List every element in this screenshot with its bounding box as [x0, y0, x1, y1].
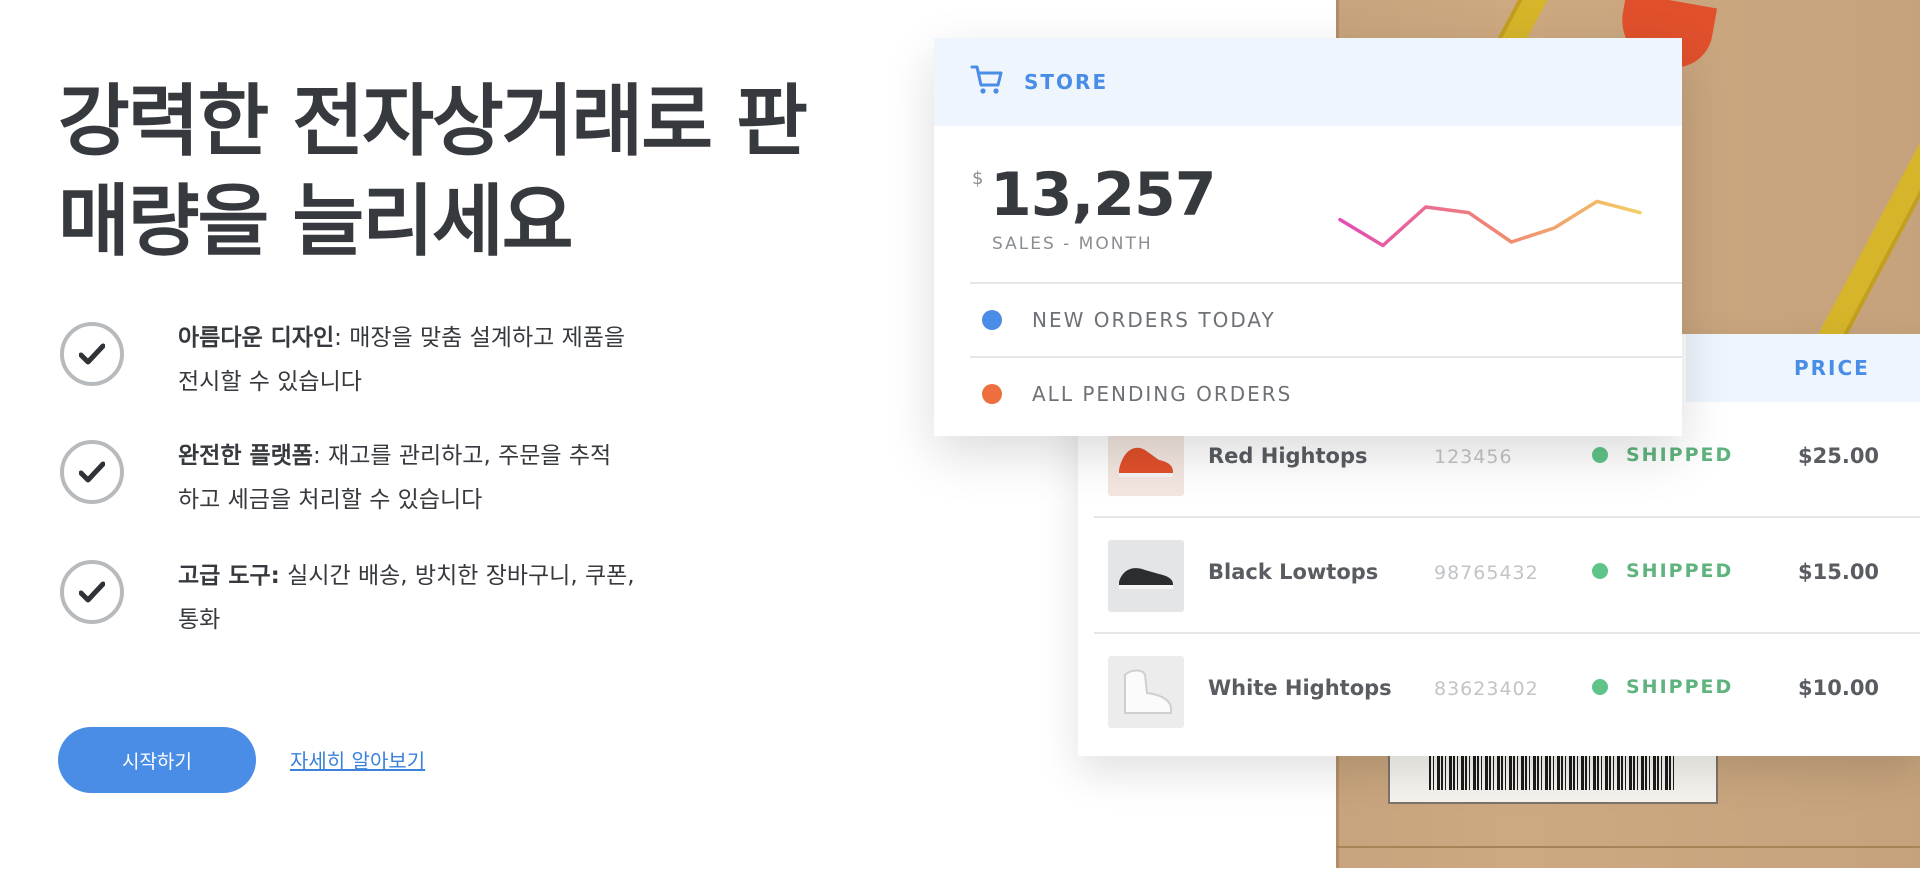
store-card: STORE $ 13,257 SALES - MONTH NEW ORDERS … — [934, 38, 1682, 436]
feature-description-cont: 하고 세금을 처리할 수 있습니다 — [178, 487, 483, 513]
feature-description-cont: 통화 — [178, 607, 221, 633]
check-circle-icon — [60, 560, 124, 624]
feature-description: 실시간 배송, 방치한 장바구니, 쿠폰, — [279, 563, 635, 589]
product-thumbnail — [1108, 656, 1184, 728]
feature-title: 완전한 플랫폼 — [178, 443, 313, 469]
feature-title: 아름다운 디자인 — [178, 325, 335, 351]
pending-orders-row[interactable]: ALL PENDING ORDERS — [970, 356, 1682, 430]
feature-item-design: 아름다운 디자인: 매장을 맞춤 설계하고 제품을 전시할 수 있습니다 — [58, 316, 698, 416]
feature-description: : 재고를 관리하고, 주문을 추적 — [312, 443, 612, 469]
get-started-button[interactable]: 시작하기 — [58, 727, 256, 793]
feature-text: 완전한 플랫폼: 재고를 관리하고, 주문을 추적 하고 세금을 처리할 수 있… — [178, 434, 698, 522]
store-header: STORE — [934, 38, 1682, 126]
product-thumbnail — [1108, 540, 1184, 612]
sparkline-line — [1338, 199, 1642, 248]
status-dot-icon — [1592, 563, 1608, 579]
shopping-cart-icon — [970, 64, 1004, 100]
feature-text: 아름다운 디자인: 매장을 맞춤 설계하고 제품을 전시할 수 있습니다 — [178, 316, 698, 404]
feature-description: : 매장을 맞춤 설계하고 제품을 — [334, 325, 626, 351]
feature-text: 고급 도구: 실시간 배송, 방치한 장바구니, 쿠폰, 통화 — [178, 554, 698, 642]
product-price: $10.00 — [1798, 676, 1880, 700]
status-badge: SHIPPED — [1592, 444, 1733, 466]
product-sku: 98765432 — [1434, 562, 1539, 584]
price-column-header: PRICE — [1686, 334, 1920, 402]
status-badge: SHIPPED — [1592, 560, 1733, 582]
product-price: $25.00 — [1798, 444, 1880, 468]
feature-description-cont: 전시할 수 있습니다 — [178, 369, 362, 395]
new-orders-label: NEW ORDERS TODAY — [1032, 308, 1276, 332]
check-circle-icon — [60, 440, 124, 504]
status-dot-icon — [982, 310, 1002, 330]
product-name: White Hightops — [1208, 676, 1392, 700]
status-label: SHIPPED — [1626, 560, 1734, 582]
sales-sparkline — [1338, 199, 1642, 248]
status-dot-icon — [1592, 679, 1608, 695]
feature-title: 고급 도구: — [178, 563, 280, 589]
sales-value: 13,257 — [990, 160, 1217, 230]
pending-orders-label: ALL PENDING ORDERS — [1032, 382, 1293, 406]
product-sku: 123456 — [1434, 446, 1513, 468]
check-circle-icon — [60, 322, 124, 386]
table-row[interactable]: White Hightops 83623402 SHIPPED $10.00 — [1094, 634, 1920, 750]
hero-title-line-1: 강력한 전자상거래로 판 — [58, 77, 808, 167]
product-name: Red Hightops — [1208, 444, 1368, 468]
new-orders-row[interactable]: NEW ORDERS TODAY — [970, 282, 1682, 356]
box-seam — [1336, 846, 1920, 848]
barcode-icon — [1429, 754, 1677, 790]
store-title: STORE — [1024, 70, 1109, 94]
status-badge: SHIPPED — [1592, 676, 1733, 698]
table-row[interactable]: Black Lowtops 98765432 SHIPPED $15.00 — [1094, 518, 1920, 634]
currency-symbol: $ — [972, 168, 984, 189]
product-sku: 83623402 — [1434, 678, 1539, 700]
status-label: SHIPPED — [1626, 444, 1734, 466]
feature-item-tools: 고급 도구: 실시간 배송, 방치한 장바구니, 쿠폰, 통화 — [58, 554, 698, 654]
hero-title: 강력한 전자상거래로 판 매량을 늘리세요 — [58, 72, 818, 272]
status-label: SHIPPED — [1626, 676, 1734, 698]
sales-caption: SALES - MONTH — [992, 234, 1153, 254]
product-name: Black Lowtops — [1208, 560, 1379, 584]
product-price: $15.00 — [1798, 560, 1880, 584]
learn-more-link[interactable]: 자세히 알아보기 — [290, 745, 425, 774]
hero-title-line-2: 매량을 늘리세요 — [58, 177, 573, 267]
status-dot-icon — [1592, 447, 1608, 463]
feature-item-platform: 완전한 플랫폼: 재고를 관리하고, 주문을 추적 하고 세금을 처리할 수 있… — [58, 434, 698, 534]
status-dot-icon — [982, 384, 1002, 404]
